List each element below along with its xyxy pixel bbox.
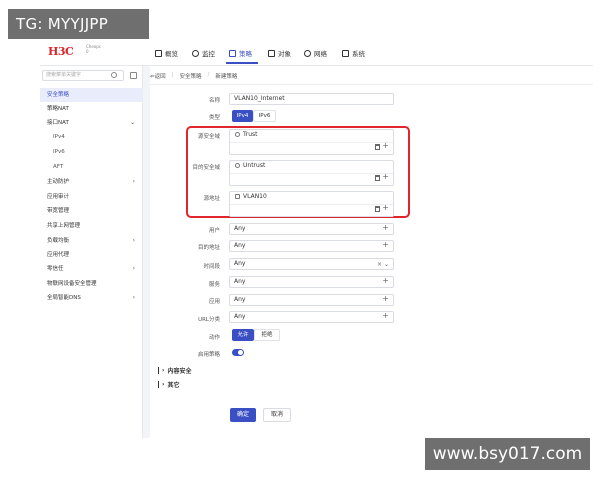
chevron-right-icon: › <box>132 265 135 272</box>
chevron-right-icon: › <box>132 178 135 185</box>
nav-active-indicator <box>226 62 258 64</box>
time-select[interactable]: Any × ⌄ <box>229 258 394 270</box>
sidebar-item-policy-nat[interactable]: 策略NAT <box>40 102 143 116</box>
dst-addr-label: 目的地址 <box>197 245 220 251</box>
breadcrumb-current: 新建策略 <box>215 74 238 80</box>
service-label: 服务 <box>208 282 220 288</box>
src-addr-label: 源地址 <box>203 196 220 202</box>
object-icon <box>268 49 275 57</box>
sidebar-item-bandwidth[interactable]: 带宽管理 <box>40 204 143 218</box>
chevron-down-icon: × ⌄ <box>377 261 389 268</box>
system-icon <box>342 49 349 57</box>
dst-addr-field[interactable]: Any + <box>229 240 394 252</box>
collapse-sidebar-icon[interactable] <box>130 72 137 79</box>
name-label: 名称 <box>208 98 220 104</box>
sidebar-item-ipv4[interactable]: IPv4 <box>40 130 143 144</box>
user-field[interactable]: Any + <box>229 223 394 235</box>
search-icon[interactable] <box>111 72 117 78</box>
url-field[interactable]: Any + <box>229 311 394 323</box>
name-input[interactable]: VLAN10_Internet <box>229 93 394 105</box>
monitor-icon <box>192 49 199 57</box>
nav-object[interactable]: 对象 <box>268 47 291 59</box>
cancel-button[interactable]: 取消 <box>263 408 291 422</box>
sidebar-item-zero-trust[interactable]: 零信任 › <box>40 262 143 276</box>
sidebar-item-shared-internet[interactable]: 共享上网管理 <box>40 219 143 233</box>
network-icon <box>304 49 311 57</box>
ok-button[interactable]: 确定 <box>230 408 256 422</box>
chevron-right-icon: › <box>162 367 165 374</box>
nav-network[interactable]: 网络 <box>304 47 327 59</box>
user-label: 用户 <box>208 228 220 234</box>
trash-icon[interactable] <box>375 175 380 181</box>
chevron-right-icon: › <box>162 381 165 388</box>
toggle-knob <box>238 350 243 355</box>
action-allow-option[interactable]: 允许 <box>232 329 254 341</box>
action-deny-option[interactable]: 拒绝 <box>254 329 280 341</box>
breadcrumb: ⇐返回 | 安全策略 / 新建策略 <box>150 72 238 80</box>
h3c-logo: H3C <box>48 45 74 58</box>
main-content <box>150 66 593 438</box>
chevron-down-icon: ⌄ <box>129 119 135 126</box>
sidebar-item-active-defense[interactable]: 主动防护 › <box>40 175 143 189</box>
address-icon <box>235 194 240 199</box>
time-label: 时间段 <box>203 264 220 270</box>
policy-icon <box>229 49 236 57</box>
plus-icon: + <box>382 276 389 285</box>
src-zone-field[interactable]: Trust + <box>229 129 394 155</box>
section-content-security[interactable]: › 内容安全 <box>158 366 192 375</box>
plus-icon[interactable]: + <box>382 141 389 150</box>
nav-overview[interactable]: 概览 <box>155 47 178 59</box>
plus-icon: + <box>382 240 389 249</box>
back-link[interactable]: ⇐返回 <box>150 72 166 80</box>
plus-icon[interactable]: + <box>382 203 389 212</box>
chevron-right-icon: › <box>132 237 135 244</box>
sidebar-item-ipv6[interactable]: IPv6 <box>40 145 143 159</box>
trash-icon[interactable] <box>375 144 380 150</box>
plus-icon[interactable]: + <box>382 172 389 181</box>
enable-label: 启用策略 <box>197 352 220 358</box>
sidebar-item-load-balance[interactable]: 负载均衡 › <box>40 234 143 248</box>
watermark-top-left: TG: MYYJJPP <box>8 9 149 39</box>
plus-icon: + <box>382 294 389 303</box>
sidebar-item-global-dns[interactable]: 全局智能DNS › <box>40 291 143 305</box>
nav-policy[interactable]: 策略 <box>229 47 252 59</box>
action-label: 动作 <box>208 335 220 341</box>
src-zone-label: 源安全域 <box>197 134 220 140</box>
sidebar-item-app-audit[interactable]: 应用审计 <box>40 190 143 204</box>
sidebar-item-security-policy[interactable]: 安全策略 <box>40 88 143 102</box>
logo-subtitle: Cheops 0 <box>86 44 101 54</box>
sidebar-item-app-proxy[interactable]: 应用代理 <box>40 248 143 262</box>
sidebar-item-interface-nat[interactable]: 接口NAT ⌄ <box>40 116 143 130</box>
watermark-bottom-right: www.bsy017.com <box>425 438 590 470</box>
zone-icon <box>235 132 240 137</box>
chevron-right-icon: › <box>132 294 135 301</box>
section-other[interactable]: › 其它 <box>158 380 180 389</box>
trash-icon[interactable] <box>375 206 380 212</box>
type-label: 类型 <box>208 115 220 121</box>
zone-icon <box>235 163 240 168</box>
breadcrumb-parent[interactable]: 安全策略 <box>179 72 201 80</box>
plus-icon: + <box>382 223 389 232</box>
service-field[interactable]: Any + <box>229 276 394 288</box>
divider <box>150 84 593 85</box>
type-ipv6-option[interactable]: IPv6 <box>253 110 276 122</box>
dst-zone-label: 目的安全域 <box>192 165 220 171</box>
url-label: URL分类 <box>198 317 220 323</box>
app-field[interactable]: Any + <box>229 294 394 306</box>
src-addr-field[interactable]: VLAN10 + <box>229 191 394 217</box>
sidebar-item-aft[interactable]: AFT <box>40 160 143 174</box>
nav-system[interactable]: 系统 <box>342 47 365 59</box>
type-ipv4-option[interactable]: IPv4 <box>232 110 253 122</box>
nav-monitor[interactable]: 监控 <box>192 47 215 59</box>
plus-icon: + <box>382 311 389 320</box>
app-label: 应用 <box>208 299 220 305</box>
dashboard-icon <box>155 49 162 57</box>
dst-zone-field[interactable]: Untrust + <box>229 160 394 186</box>
sidebar-item-iot-security[interactable]: 物联网设备安全管理 <box>40 277 143 291</box>
